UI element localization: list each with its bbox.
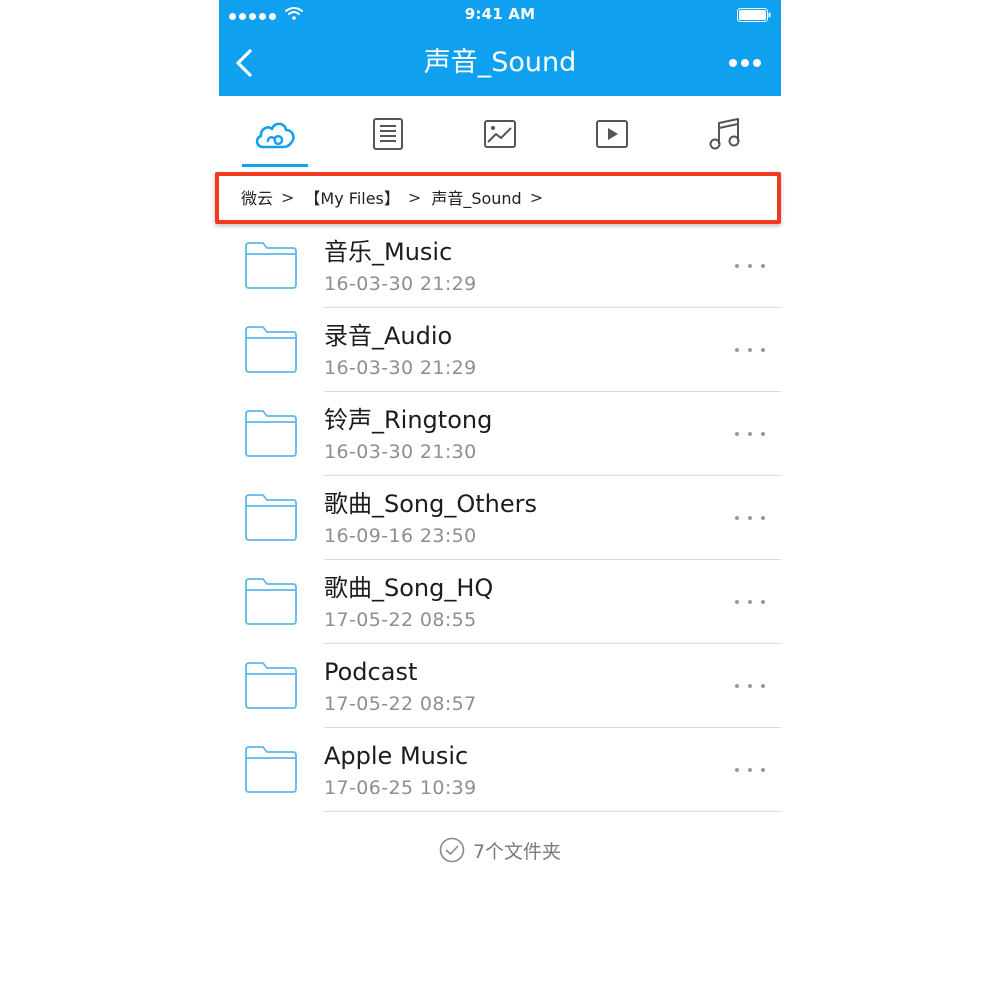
folder-name: 音乐_Music xyxy=(324,238,453,266)
back-button[interactable] xyxy=(231,44,259,82)
more-horizontal-icon xyxy=(735,264,739,268)
row-more-button[interactable] xyxy=(735,762,765,778)
row-more-button[interactable] xyxy=(735,594,765,610)
tab-documents[interactable] xyxy=(331,96,443,172)
breadcrumb-item-weiyun[interactable]: 微云 xyxy=(241,185,273,209)
row-more-button[interactable] xyxy=(735,342,765,358)
folder-icon xyxy=(245,662,297,709)
folder-count-footer: 7个文件夹 xyxy=(219,834,781,866)
breadcrumb-item-sound[interactable]: 声音_Sound xyxy=(431,185,521,209)
list-item[interactable]: Apple Music 17-06-25 10:39 xyxy=(219,728,781,812)
breadcrumb-bar: 微云 > 【My Files】 > 声音_Sound > xyxy=(215,172,781,224)
folder-count-text: 7个文件夹 xyxy=(472,840,562,863)
row-more-button[interactable] xyxy=(735,426,765,442)
more-options-button[interactable] xyxy=(725,50,765,76)
folder-name: 铃声_Ringtong xyxy=(324,406,493,434)
more-horizontal-icon xyxy=(735,348,739,352)
folder-date: 17-06-25 10:39 xyxy=(324,777,477,799)
tab-videos[interactable] xyxy=(556,96,668,172)
folder-name: Podcast xyxy=(324,658,418,686)
folder-name: Apple Music xyxy=(324,742,469,770)
more-horizontal-icon xyxy=(735,684,739,688)
document-icon xyxy=(372,118,403,150)
more-horizontal-icon xyxy=(729,59,737,67)
status-time: 9:41 AM xyxy=(464,5,536,23)
breadcrumb-separator: > xyxy=(407,187,422,207)
image-icon xyxy=(484,120,517,148)
more-horizontal-icon xyxy=(735,432,739,436)
battery-icon xyxy=(737,8,771,22)
list-item[interactable]: 歌曲_Song_HQ 17-05-22 08:55 xyxy=(219,560,781,644)
list-item[interactable]: 铃声_Ringtong 16-03-30 21:30 xyxy=(219,392,781,476)
more-horizontal-icon xyxy=(735,600,739,604)
category-tabs xyxy=(219,96,781,172)
folder-icon xyxy=(245,326,297,373)
divider xyxy=(324,811,781,812)
phone-screen: 9:41 AM 声音_Sound 微云 > 【My Files】 > 声音_So… xyxy=(215,0,781,1000)
breadcrumb-item-my-files[interactable]: 【My Files】 xyxy=(304,185,399,209)
folder-date: 16-03-30 21:29 xyxy=(324,357,477,379)
folder-icon xyxy=(245,242,297,289)
folder-date: 17-05-22 08:57 xyxy=(324,693,477,715)
list-item[interactable]: 音乐_Music 16-03-30 21:29 xyxy=(219,224,781,308)
folder-name: 歌曲_Song_HQ xyxy=(324,574,494,602)
check-circle-icon xyxy=(439,837,465,863)
breadcrumb-separator: > xyxy=(529,187,544,207)
list-item[interactable]: 歌曲_Song_Others 16-09-16 23:50 xyxy=(219,476,781,560)
folder-icon xyxy=(245,494,297,541)
breadcrumb-separator: > xyxy=(281,187,295,207)
more-horizontal-icon xyxy=(735,768,739,772)
list-item[interactable]: 录音_Audio 16-03-30 21:29 xyxy=(219,308,781,392)
folder-icon xyxy=(245,578,297,625)
active-tab-indicator xyxy=(242,164,308,167)
chevron-left-icon xyxy=(236,49,252,77)
folder-date: 16-03-30 21:29 xyxy=(324,273,477,295)
folder-icon xyxy=(245,410,297,457)
tab-images[interactable] xyxy=(444,96,556,172)
folder-list: 音乐_Music 16-03-30 21:29 录音_Audio 16-03-30 2… xyxy=(219,224,781,812)
breadcrumb: 微云 > 【My Files】 > 声音_Sound > xyxy=(241,172,553,222)
folder-icon xyxy=(245,746,297,793)
more-horizontal-icon xyxy=(735,516,739,520)
row-more-button[interactable] xyxy=(735,258,765,274)
folder-date: 16-09-16 23:50 xyxy=(324,525,477,547)
list-item[interactable]: Podcast 17-05-22 08:57 xyxy=(219,644,781,728)
cloud-icon xyxy=(256,122,295,149)
music-icon xyxy=(709,118,740,150)
folder-name: 歌曲_Song_Others xyxy=(324,490,538,518)
folder-date: 17-05-22 08:55 xyxy=(324,609,477,631)
folder-name: 录音_Audio xyxy=(324,322,453,350)
row-more-button[interactable] xyxy=(735,510,765,526)
row-more-button[interactable] xyxy=(735,678,765,694)
top-bar: 9:41 AM 声音_Sound xyxy=(219,0,781,96)
tab-music[interactable] xyxy=(669,96,781,172)
folder-date: 16-03-30 21:30 xyxy=(324,441,477,463)
tab-all-files[interactable] xyxy=(219,96,331,172)
page-title: 声音_Sound xyxy=(423,47,577,78)
video-icon xyxy=(596,120,629,148)
